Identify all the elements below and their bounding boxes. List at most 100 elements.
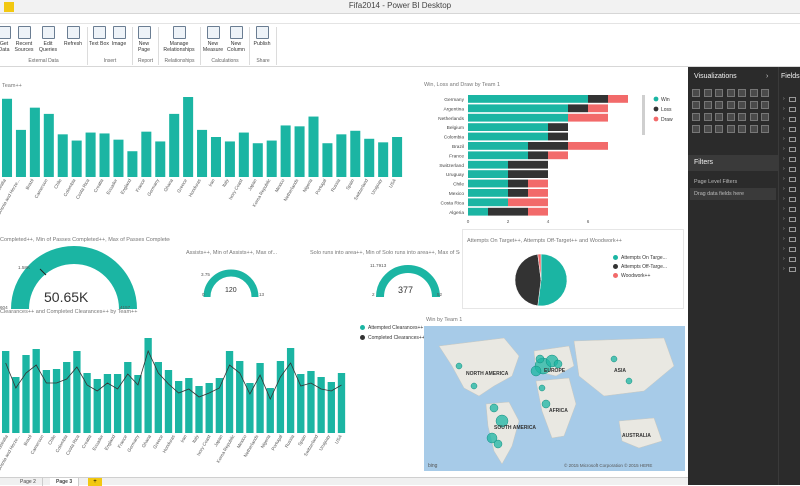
gauge-icon[interactable] — [749, 113, 758, 121]
multirow-card-icon[interactable] — [692, 125, 700, 133]
win-loss-draw-segment — [508, 198, 548, 207]
clearances-bar — [22, 355, 30, 433]
collapse-chevron-icon[interactable]: › — [766, 73, 768, 80]
team-bar-chart[interactable]: Australia Bosnia and Herze... Brazil Camero… — [0, 92, 410, 242]
team-bar-tick-label: Honduras — [188, 177, 203, 197]
refresh-button[interactable]: Refresh — [62, 26, 84, 47]
field-table-row[interactable]: › — [783, 186, 799, 193]
field-table-row[interactable]: › — [783, 206, 799, 213]
group-calculations: Calculations — [211, 58, 239, 64]
expand-chevron-icon: › — [783, 256, 785, 262]
expand-chevron-icon: › — [783, 246, 785, 252]
field-table-row[interactable]: › — [783, 146, 799, 153]
manage-relationships-button[interactable]: Manage Relationships — [160, 26, 198, 53]
clearances-tick-label: Spain — [297, 434, 307, 447]
attempts-pie-visual[interactable]: Attempts On Target++, Attempts Off-Targe… — [462, 229, 684, 309]
map-bubble — [470, 382, 478, 390]
win-loss-draw-segment — [488, 207, 528, 216]
win-loss-draw-chart[interactable]: Germany Argentina Netherlands Belgium Colomb… — [420, 91, 685, 224]
team-bar — [57, 134, 68, 177]
world-map-svg — [438, 337, 675, 465]
field-table-row[interactable]: › — [783, 226, 799, 233]
win-loss-draw-segment — [508, 189, 528, 197]
custom-visual-icon[interactable] — [761, 125, 769, 133]
area-chart-icon[interactable] — [692, 101, 700, 109]
map-visual[interactable]: NORTH AMERICA EUROPE ASIA AFRICA SOUTH A… — [424, 326, 685, 471]
slicer-icon[interactable] — [715, 125, 723, 133]
field-table-row[interactable]: › — [783, 256, 799, 263]
win-loss-draw-svg: Germany Argentina Netherlands Belgium Colomb… — [438, 95, 673, 224]
clustered-bar-icon[interactable] — [715, 89, 723, 97]
win-loss-draw-segment — [468, 189, 508, 197]
team-bar — [29, 107, 40, 177]
stacked-bar-icon[interactable] — [692, 89, 700, 97]
get-data-button[interactable]: Get Data — [0, 26, 12, 53]
team-bar — [2, 98, 13, 177]
field-table-row[interactable]: › — [783, 156, 799, 163]
map-bubble — [625, 377, 633, 385]
clustered-column-icon[interactable] — [726, 89, 735, 97]
team-bar-tick-label: Croatia — [93, 178, 105, 194]
kpi-icon[interactable] — [703, 125, 712, 133]
edit-queries-button[interactable]: Edit Queries — [38, 26, 58, 53]
card-icon[interactable] — [761, 113, 769, 121]
field-table-row[interactable]: › — [783, 126, 799, 133]
funnel-icon[interactable] — [738, 113, 746, 121]
drag-fields-dropzone[interactable]: Drag data fields here — [690, 188, 776, 200]
field-table-row[interactable]: › — [783, 236, 799, 243]
clearances-chart[interactable]: Australia Bosnia and Herze... Brazil Camero… — [0, 325, 352, 475]
passes-gauge[interactable]: 50.65K 1.58K 604 4157 — [0, 245, 170, 315]
filled-map-icon[interactable] — [726, 113, 735, 121]
drag-fields-label: Drag data fields here — [694, 191, 745, 197]
r-visual-icon[interactable] — [749, 125, 758, 133]
line-chart-icon[interactable] — [761, 89, 769, 97]
clearances-tick-label: Mexico — [236, 434, 248, 449]
stacked-legend-label: Loss — [661, 107, 672, 113]
donut-icon[interactable] — [692, 113, 700, 121]
text-box-button[interactable]: Text Box — [89, 26, 109, 47]
solo-runs-gauge[interactable]: 377 11.7913 2 52 — [370, 263, 450, 301]
field-table-row[interactable]: › — [783, 176, 799, 183]
clearances-tick-label: Portugal — [270, 434, 283, 451]
team-bar — [266, 140, 277, 177]
field-table-row[interactable]: › — [783, 266, 799, 273]
expand-chevron-icon: › — [783, 156, 785, 162]
field-table-row[interactable]: › — [783, 116, 799, 123]
field-table-row[interactable]: › — [783, 246, 799, 253]
ribbon-chart-icon[interactable] — [726, 101, 735, 109]
stacked-column-icon[interactable] — [703, 89, 712, 97]
clearances-bar — [12, 377, 20, 433]
map-bubble — [553, 359, 563, 369]
assists-gauge[interactable]: 120 3.75 0 13 — [196, 267, 266, 301]
clearances-tick-label: Chile — [47, 434, 57, 446]
field-table-row[interactable]: › — [783, 106, 799, 113]
new-measure-button[interactable]: New Measure — [202, 26, 224, 53]
win-loss-draw-segment — [548, 132, 568, 141]
100-column-icon[interactable] — [749, 89, 758, 97]
new-page-button[interactable]: New Page — [134, 26, 154, 53]
legend-swatch-attempted — [360, 325, 365, 331]
recent-sources-button[interactable]: Recent Sources — [13, 26, 35, 53]
waterfall-icon[interactable] — [738, 101, 746, 109]
field-table-row[interactable]: › — [783, 216, 799, 223]
map-icon[interactable] — [715, 113, 723, 121]
stacked-chart-scrollbar — [642, 95, 645, 135]
field-table-row[interactable]: › — [783, 166, 799, 173]
table-icon[interactable] — [726, 125, 735, 133]
publish-button[interactable]: Publish — [251, 26, 273, 47]
line-column-icon[interactable] — [715, 101, 723, 109]
field-table-row[interactable]: › — [783, 196, 799, 203]
scatter-icon[interactable] — [749, 101, 758, 109]
100-bar-icon[interactable] — [738, 89, 746, 97]
clearances-bar — [83, 373, 91, 433]
pie-icon[interactable] — [761, 101, 769, 109]
treemap-icon[interactable] — [703, 113, 712, 121]
team-bar — [378, 142, 389, 177]
field-table-row[interactable]: › — [783, 96, 799, 103]
new-column-button[interactable]: New Column — [225, 26, 247, 53]
matrix-icon[interactable] — [738, 125, 746, 133]
field-table-row[interactable]: › — [783, 136, 799, 143]
image-button[interactable]: Image — [109, 26, 129, 47]
pie-legend-off-target: Attempts Off-Targe... — [613, 264, 667, 270]
stacked-area-icon[interactable] — [703, 101, 712, 109]
